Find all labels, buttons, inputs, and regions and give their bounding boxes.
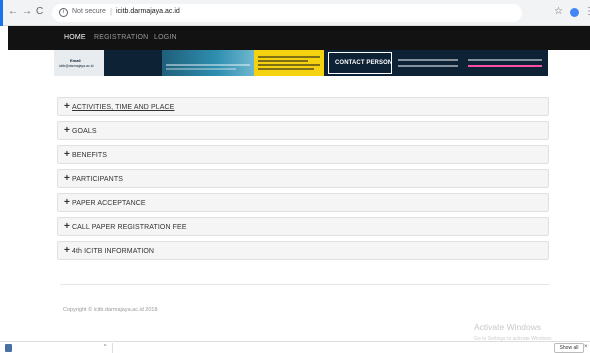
info-icon[interactable]: i xyxy=(59,8,68,17)
banner-yellow-text xyxy=(258,56,320,58)
plus-icon: + xyxy=(64,101,70,112)
plus-icon: + xyxy=(64,221,70,232)
download-bar: ^ Show all × xyxy=(0,341,590,353)
contact-person-label: CONTACT PERSON xyxy=(335,60,393,66)
file-icon xyxy=(5,344,12,352)
plus-icon: + xyxy=(64,245,70,256)
banner-teal-panel xyxy=(162,50,254,76)
accordion-label[interactable]: PARTICIPANTS xyxy=(72,176,123,183)
accordion-item-registration-fee[interactable]: + CALL PAPER REGISTRATION FEE xyxy=(57,217,549,236)
accordion-label[interactable]: PAPER ACCEPTANCE xyxy=(72,200,146,207)
nav-registration[interactable]: REGISTRATION xyxy=(94,34,148,41)
bookmark-star-icon[interactable]: ☆ xyxy=(554,6,563,18)
banner-yellow-text xyxy=(258,64,320,66)
show-all-button[interactable]: Show all xyxy=(554,343,584,353)
accordion-label[interactable]: CALL PAPER REGISTRATION FEE xyxy=(72,224,187,231)
banner-email: icitb@darmajaya.ac.id xyxy=(59,64,94,68)
banner-logo-panel xyxy=(54,50,104,76)
site-navbar: HOME REGISTRATION LOGIN xyxy=(8,26,590,50)
footer-divider xyxy=(60,284,549,285)
banner-yellow-panel xyxy=(254,50,324,76)
contact-phone-line xyxy=(398,65,458,67)
accordion-label[interactable]: 4th ICITB INFORMATION xyxy=(72,248,154,255)
back-icon[interactable]: ← xyxy=(8,6,18,18)
plus-icon: + xyxy=(64,125,70,136)
chevron-up-icon[interactable]: ^ xyxy=(104,344,106,350)
browser-menu-icon[interactable]: ⋮ xyxy=(584,6,590,18)
contact-phone-line xyxy=(398,59,458,61)
info-accordion: + ACTIVITIES, TIME AND PLACE + GOALS + B… xyxy=(57,97,549,265)
browser-toolbar: ← → C i Not secure | icitb.darmajaya.ac.… xyxy=(0,0,590,26)
window-accent xyxy=(0,0,3,26)
extension-icon[interactable] xyxy=(570,8,579,17)
banner-yellow-text xyxy=(258,68,314,70)
nav-login[interactable]: LOGIN xyxy=(154,34,177,41)
accordion-label[interactable]: BENEFITS xyxy=(72,152,107,159)
contact-phone-line-highlight xyxy=(468,65,542,67)
activate-windows-title: Activate Windows xyxy=(474,322,542,332)
url-separator: | xyxy=(110,7,113,16)
copyright-text: Copyright © icitb.darmajaya.ac.id 2018 xyxy=(63,307,158,313)
accordion-label[interactable]: ACTIVITIES, TIME AND PLACE xyxy=(72,104,174,111)
banner-teal-text xyxy=(166,64,250,66)
accordion-item-paper-acceptance[interactable]: + PAPER ACCEPTANCE xyxy=(57,193,549,212)
nav-home[interactable]: HOME xyxy=(64,34,86,41)
plus-icon: + xyxy=(64,197,70,208)
forward-icon[interactable]: → xyxy=(22,6,32,18)
url-text[interactable]: icitb.darmajaya.ac.id xyxy=(116,8,180,15)
contact-phone-line xyxy=(468,59,542,61)
reload-icon[interactable]: C xyxy=(36,6,43,18)
not-secure-label: Not secure xyxy=(72,8,106,15)
accordion-item-benefits[interactable]: + BENEFITS xyxy=(57,145,549,164)
close-icon[interactable]: × xyxy=(584,344,588,350)
banner-teal-text xyxy=(166,68,236,70)
download-separator xyxy=(112,343,113,353)
accordion-label[interactable]: GOALS xyxy=(72,128,97,135)
accordion-item-activities[interactable]: + ACTIVITIES, TIME AND PLACE xyxy=(57,97,549,116)
address-bar[interactable]: i Not secure | icitb.darmajaya.ac.id xyxy=(52,4,522,22)
accordion-item-participants[interactable]: + PARTICIPANTS xyxy=(57,169,549,188)
plus-icon: + xyxy=(64,173,70,184)
header-banner: Email icitb@darmajaya.ac.id CONTACT PERS… xyxy=(54,50,548,76)
accordion-item-icitb-information[interactable]: + 4th ICITB INFORMATION xyxy=(57,241,549,260)
accordion-item-goals[interactable]: + GOALS xyxy=(57,121,549,140)
banner-yellow-text xyxy=(258,60,308,62)
banner-email-label: Email xyxy=(70,58,81,63)
plus-icon: + xyxy=(64,149,70,160)
